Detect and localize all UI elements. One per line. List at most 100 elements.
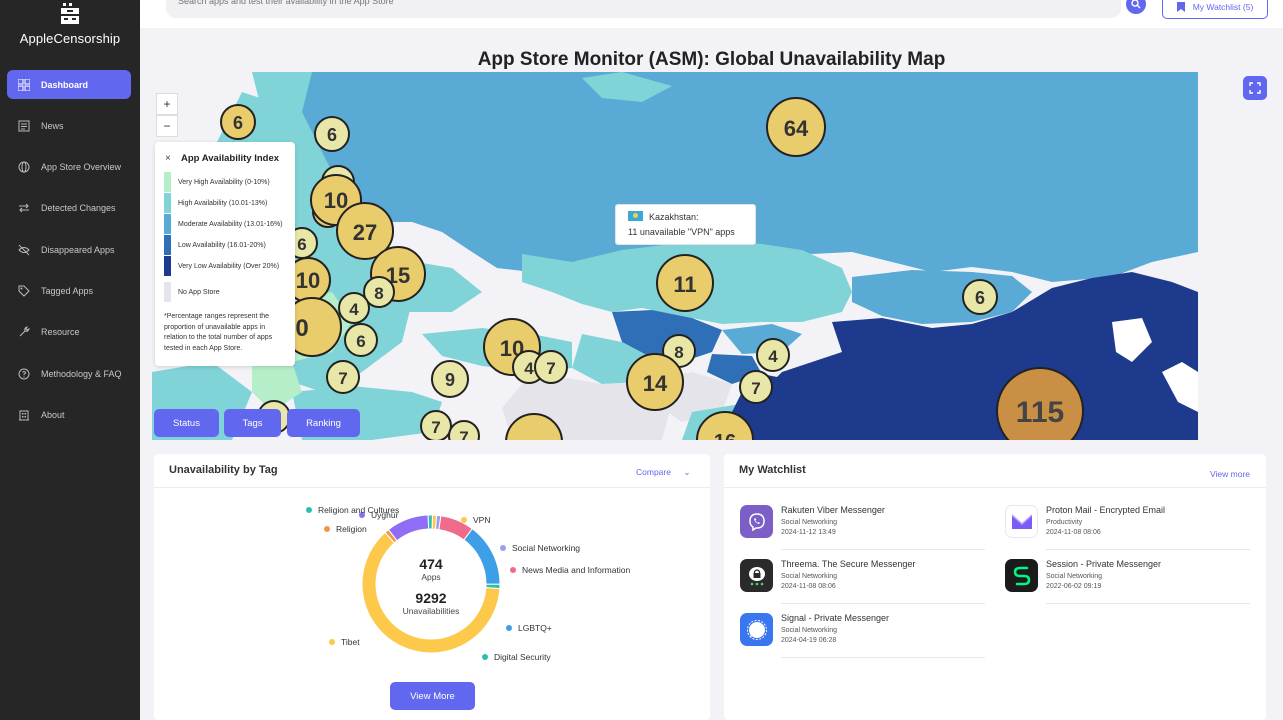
legend-swatch: [164, 282, 171, 302]
map-bubble[interactable]: 9: [431, 360, 469, 398]
map-bubble[interactable]: 6: [962, 279, 998, 315]
world-map[interactable]: 6 6 64 8 6 10 27 6 15 10 8 4 0 6 7 10 4 …: [152, 72, 1198, 440]
divider: [781, 657, 985, 658]
search-input[interactable]: [178, 0, 878, 6]
donut-label-text: LGBTQ+: [518, 623, 552, 633]
sidebar-item-dashboard[interactable]: Dashboard: [7, 70, 131, 99]
watchlist-item[interactable]: Proton Mail - Encrypted Email Productivi…: [1005, 501, 1251, 551]
app-date: 2024-11-12 13:49: [781, 529, 836, 536]
sidebar-item-label: Dashboard: [41, 79, 89, 90]
map-bubble[interactable]: 4: [756, 338, 790, 372]
view-more-button[interactable]: View More: [390, 682, 475, 710]
svg-text:64: 64: [784, 116, 809, 141]
legend-item: No App Store: [164, 282, 220, 302]
brand-logo[interactable]: AppleCensorship: [0, 0, 140, 60]
map-bubble[interactable]: 6: [220, 104, 256, 140]
legend-swatch: [164, 256, 171, 276]
map-bubble[interactable]: 7: [739, 370, 773, 404]
sidebar-item-resource[interactable]: Resource: [7, 318, 131, 347]
app-date: 2024-04-19 06:28: [781, 637, 837, 644]
tag-icon: [17, 284, 30, 297]
svg-text:8: 8: [374, 284, 383, 303]
donut-label-text: News Media and Information: [522, 565, 631, 575]
donut-label-tibet: Tibet: [329, 637, 360, 647]
legend-dot: [500, 545, 506, 551]
zoom-in-button[interactable]: +: [156, 93, 178, 115]
globe-icon: [17, 161, 30, 174]
app-category: Productivity: [1046, 519, 1083, 526]
app-date: 2024-11-08 08:06: [1046, 529, 1101, 536]
tab-tags[interactable]: Tags: [224, 409, 281, 437]
donut-slice-religion-and-cultures[interactable]: [427, 514, 433, 530]
svg-text:9: 9: [445, 370, 455, 390]
legend-dot: [510, 567, 516, 573]
tab-status[interactable]: Status: [154, 409, 219, 437]
fullscreen-button[interactable]: [1243, 76, 1267, 100]
sidebar-item-label: Tagged Apps: [41, 285, 94, 296]
watchlist-view-more-link[interactable]: View more: [1210, 469, 1250, 479]
search-button[interactable]: [1126, 0, 1146, 14]
svg-text:6: 6: [356, 332, 365, 351]
svg-text:115: 115: [1016, 396, 1064, 429]
zoom-out-button[interactable]: −: [156, 115, 178, 137]
sidebar-nav: Dashboard News App Store Overview Detect…: [7, 70, 131, 442]
app-name: Rakuten Viber Messenger: [781, 505, 885, 515]
map-bubble[interactable]: 7: [534, 350, 568, 384]
map-bubble[interactable]: 7: [420, 410, 452, 440]
legend-label: Moderate Availability (13.01-16%): [178, 220, 283, 228]
divider: [781, 549, 985, 550]
my-watchlist-button[interactable]: My Watchlist (5): [1162, 0, 1268, 19]
donut-chart[interactable]: [154, 454, 710, 720]
map-bubble[interactable]: 6: [344, 323, 378, 357]
watchlist-item[interactable]: Session - Private Messenger Social Netwo…: [1005, 555, 1251, 605]
legend-dot: [461, 517, 467, 523]
legend-label: Low Availability (16.01-20%): [178, 241, 266, 249]
sidebar-item-app-store-overview[interactable]: App Store Overview: [7, 153, 131, 182]
map-bubble[interactable]: 14: [626, 353, 684, 411]
map-bubble[interactable]: 7: [448, 420, 480, 440]
svg-text:16: 16: [714, 431, 736, 440]
sidebar-item-tagged-apps[interactable]: Tagged Apps: [7, 276, 131, 305]
sidebar-item-methodology-faq[interactable]: Methodology & FAQ: [7, 359, 131, 388]
svg-text:6: 6: [297, 235, 306, 254]
sidebar-item-detected-changes[interactable]: Detected Changes: [7, 194, 131, 223]
map-bubble[interactable]: 6: [314, 116, 350, 152]
legend-item: Moderate Availability (13.01-16%): [164, 214, 283, 234]
legend-dot: [329, 639, 335, 645]
sidebar-item-about[interactable]: About: [7, 400, 131, 429]
newspaper-icon: [17, 119, 30, 132]
sidebar-item-news[interactable]: News: [7, 111, 131, 140]
legend-label: No App Store: [178, 288, 220, 296]
tooltip-text: 11 unavailable "VPN" apps: [628, 227, 735, 237]
search-icon: [1131, 0, 1141, 9]
donut-label-news-media: News Media and Information: [510, 565, 630, 575]
svg-text:0: 0: [295, 315, 308, 342]
search-bar: [166, 0, 1146, 18]
map-title: App Store Monitor (ASM): Global Unavaila…: [477, 49, 946, 70]
donut-label-text: Religion: [336, 524, 367, 534]
map-bubble[interactable]: 11: [656, 254, 714, 312]
svg-text:7: 7: [459, 428, 468, 440]
watchlist-item[interactable]: Signal - Private Messenger Social Networ…: [740, 609, 986, 659]
map-canvas[interactable]: 6 6 64 8 6 10 27 6 15 10 8 4 0 6 7 10 4 …: [152, 72, 1198, 440]
app-name: Proton Mail - Encrypted Email: [1046, 505, 1166, 515]
session-icon: [1005, 559, 1038, 592]
legend-swatch: [164, 172, 171, 192]
watchlist-item[interactable]: Rakuten Viber Messenger Social Networkin…: [740, 501, 986, 551]
legend-dot: [324, 526, 330, 532]
legend-swatch: [164, 193, 171, 213]
sidebar-item-disappeared-apps[interactable]: Disappeared Apps: [7, 235, 131, 264]
brand-mark-icon: [61, 3, 79, 24]
svg-text:6: 6: [975, 288, 985, 308]
legend-close-button[interactable]: ×: [165, 153, 171, 164]
svg-text:14: 14: [643, 371, 668, 396]
watchlist-item[interactable]: Threema. The Secure Messenger Social Net…: [740, 555, 986, 605]
map-bubble[interactable]: 4: [338, 292, 370, 324]
map-bubble[interactable]: 64: [766, 97, 826, 157]
svg-text:7: 7: [338, 369, 347, 388]
legend-dot: [482, 654, 488, 660]
tab-ranking[interactable]: Ranking: [287, 409, 360, 437]
sidebar-item-label: Resource: [41, 327, 80, 338]
map-bubble[interactable]: 7: [326, 360, 360, 394]
donut-label-text: Religion and Cultures: [318, 505, 400, 515]
